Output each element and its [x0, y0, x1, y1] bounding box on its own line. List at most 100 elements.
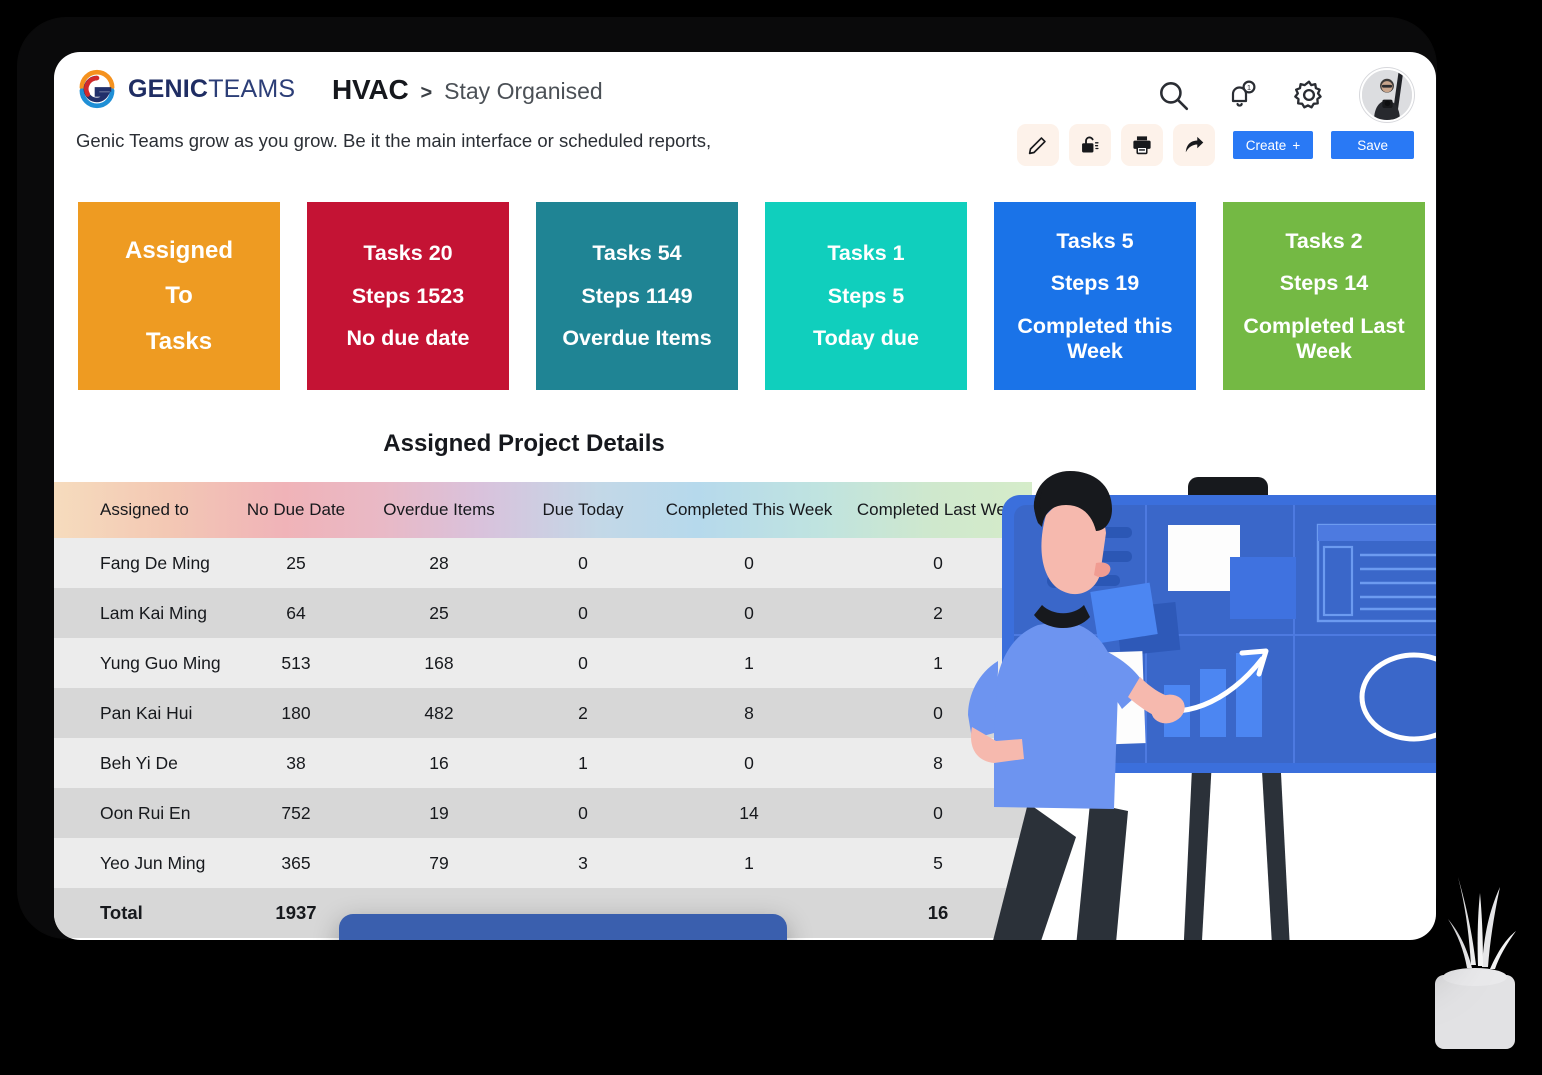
stat-card-0[interactable]: Assigned To Tasks	[78, 202, 280, 390]
cell: 0	[933, 702, 943, 723]
create-button[interactable]: Create +	[1232, 131, 1314, 159]
screenshot-root: GENICTEAMS HVAC > Stay Organised 1 Genic…	[0, 0, 1542, 1075]
gear-icon[interactable]	[1292, 78, 1326, 112]
stat-card-3[interactable]: Tasks 1 Steps 5 Today due	[765, 202, 967, 390]
stat-card-5[interactable]: Tasks 2 Steps 14 Completed Last Week	[1223, 202, 1425, 390]
cell: 64	[286, 602, 306, 623]
brand-wordmark: GENICTEAMS	[128, 75, 295, 104]
cell: 0	[578, 652, 588, 673]
cell: Total	[100, 902, 143, 923]
breadcrumb-sub[interactable]: Stay Organised	[444, 78, 603, 105]
cell: 0	[744, 602, 754, 623]
cell: 1	[744, 852, 754, 873]
genic-logo-icon	[79, 69, 115, 109]
cell: 1	[744, 652, 754, 673]
share-arrow-icon	[1185, 136, 1204, 153]
stat-card-row: Assigned To Tasks Tasks 20 Steps 1523 No due …	[78, 202, 1425, 390]
column-header-2[interactable]: Overdue Items	[366, 500, 512, 520]
avatar-photo	[1362, 70, 1412, 120]
table-body: Fang De Ming 25 28 0 0 0 Lam Kai Ming 64 25 0 0 2 Yu…	[54, 538, 1032, 938]
share-button[interactable]	[1172, 124, 1215, 166]
plus-icon: +	[1292, 137, 1301, 153]
table-title: Assigned Project Details	[383, 430, 665, 457]
table-row[interactable]: Lam Kai Ming 64 25 0 0 2	[54, 588, 1032, 638]
cell: 79	[429, 852, 449, 873]
device-bezel: GENICTEAMS HVAC > Stay Organised 1 Genic…	[18, 18, 1436, 940]
table-row[interactable]: Beh Yi De 38 16 1 0 8	[54, 738, 1032, 788]
table-row[interactable]: Oon Rui En 752 19 0 14 0	[54, 788, 1032, 838]
cell: 2	[933, 602, 943, 623]
column-header-3[interactable]: Due Today	[512, 500, 654, 520]
pencil-icon	[1029, 136, 1047, 154]
cell: 8	[744, 702, 754, 723]
cell: Beh Yi De	[100, 752, 178, 773]
unlock-icon	[1082, 136, 1099, 153]
stat-card-0-line-0: Assigned	[124, 236, 234, 264]
stat-card-3-line-1: Steps 5	[827, 283, 905, 308]
stat-card-4[interactable]: Tasks 5 Steps 19 Completed this Week	[994, 202, 1196, 390]
cell: 25	[286, 552, 306, 573]
cell: 180	[281, 702, 311, 723]
lock-button[interactable]	[1068, 124, 1111, 166]
cell: Pan Kai Hui	[100, 702, 193, 723]
search-icon[interactable]	[1156, 78, 1190, 112]
column-header-5[interactable]: Completed Last Weel	[844, 500, 1032, 520]
brand-name-bold: GENIC	[128, 74, 209, 103]
breadcrumb-main[interactable]: HVAC	[332, 74, 409, 106]
stat-card-4-line-0: Tasks 5	[1056, 228, 1134, 253]
table-row[interactable]: Yeo Jun Ming 365 79 3 1 5	[54, 838, 1032, 888]
cell: 0	[578, 552, 588, 573]
avatar[interactable]	[1360, 68, 1414, 122]
column-header-4[interactable]: Completed This Week	[654, 500, 844, 520]
cell: 513	[281, 652, 311, 673]
cell: 2	[578, 702, 588, 723]
save-button[interactable]: Save	[1331, 131, 1414, 159]
cell: 0	[578, 802, 588, 823]
table-row[interactable]: Yung Guo Ming 513 168 0 1 1	[54, 638, 1032, 688]
cell: 1	[933, 652, 943, 673]
cell: 482	[424, 702, 454, 723]
stat-card-5-line-0: Tasks 2	[1285, 228, 1363, 253]
stat-card-1-line-0: Tasks 20	[363, 240, 453, 265]
column-header-0[interactable]: Assigned to	[54, 500, 226, 520]
cell: 0	[933, 552, 943, 573]
cell: 25	[429, 602, 449, 623]
brand-name-light: TEAMS	[208, 74, 296, 103]
brand-logo[interactable]: GENICTEAMS	[76, 68, 295, 110]
assigned-project-table: Assigned to No Due Date Overdue Items Due T…	[54, 482, 1032, 938]
cell: 28	[429, 552, 449, 573]
stat-card-1-line-2: No due date	[346, 326, 470, 351]
stat-card-1[interactable]: Tasks 20 Steps 1523 No due date	[307, 202, 509, 390]
app-screen: GENICTEAMS HVAC > Stay Organised 1 Genic…	[54, 52, 1436, 940]
stat-card-2-line-2: Overdue Items	[562, 326, 712, 351]
svg-text:1: 1	[1247, 83, 1251, 92]
bell-icon[interactable]: 1	[1224, 78, 1258, 112]
cell: 5	[933, 852, 943, 873]
printer-icon	[1133, 136, 1151, 155]
cell: 1	[578, 752, 588, 773]
cell: Yeo Jun Ming	[100, 852, 206, 873]
stat-card-2-line-1: Steps 1149	[581, 283, 693, 308]
cell: 0	[578, 602, 588, 623]
header-icon-group: 1	[1156, 68, 1414, 122]
page-subtitle: Genic Teams grow as you grow. Be it the …	[76, 130, 712, 151]
cell: 16	[927, 902, 949, 923]
cell: 8	[933, 752, 943, 773]
column-header-1[interactable]: No Due Date	[226, 500, 366, 520]
cell: Oon Rui En	[100, 802, 191, 823]
app-header: GENICTEAMS HVAC > Stay Organised 1	[54, 52, 1436, 122]
cell: 0	[744, 552, 754, 573]
save-label: Save	[1357, 137, 1388, 153]
stat-card-2[interactable]: Tasks 54 Steps 1149 Overdue Items	[536, 202, 738, 390]
cell: Fang De Ming	[100, 552, 210, 573]
stat-card-2-line-0: Tasks 54	[592, 240, 682, 265]
stat-card-5-line-2: Completed Last Week	[1243, 314, 1405, 363]
cell: 16	[429, 752, 449, 773]
cell: 14	[739, 802, 759, 823]
edit-button[interactable]	[1016, 124, 1059, 166]
cell: 38	[286, 752, 306, 773]
table-row[interactable]: Pan Kai Hui 180 482 2 8 0	[54, 688, 1032, 738]
table-row[interactable]: Fang De Ming 25 28 0 0 0	[54, 538, 1032, 588]
cell: 0	[744, 752, 754, 773]
print-button[interactable]	[1120, 124, 1163, 166]
